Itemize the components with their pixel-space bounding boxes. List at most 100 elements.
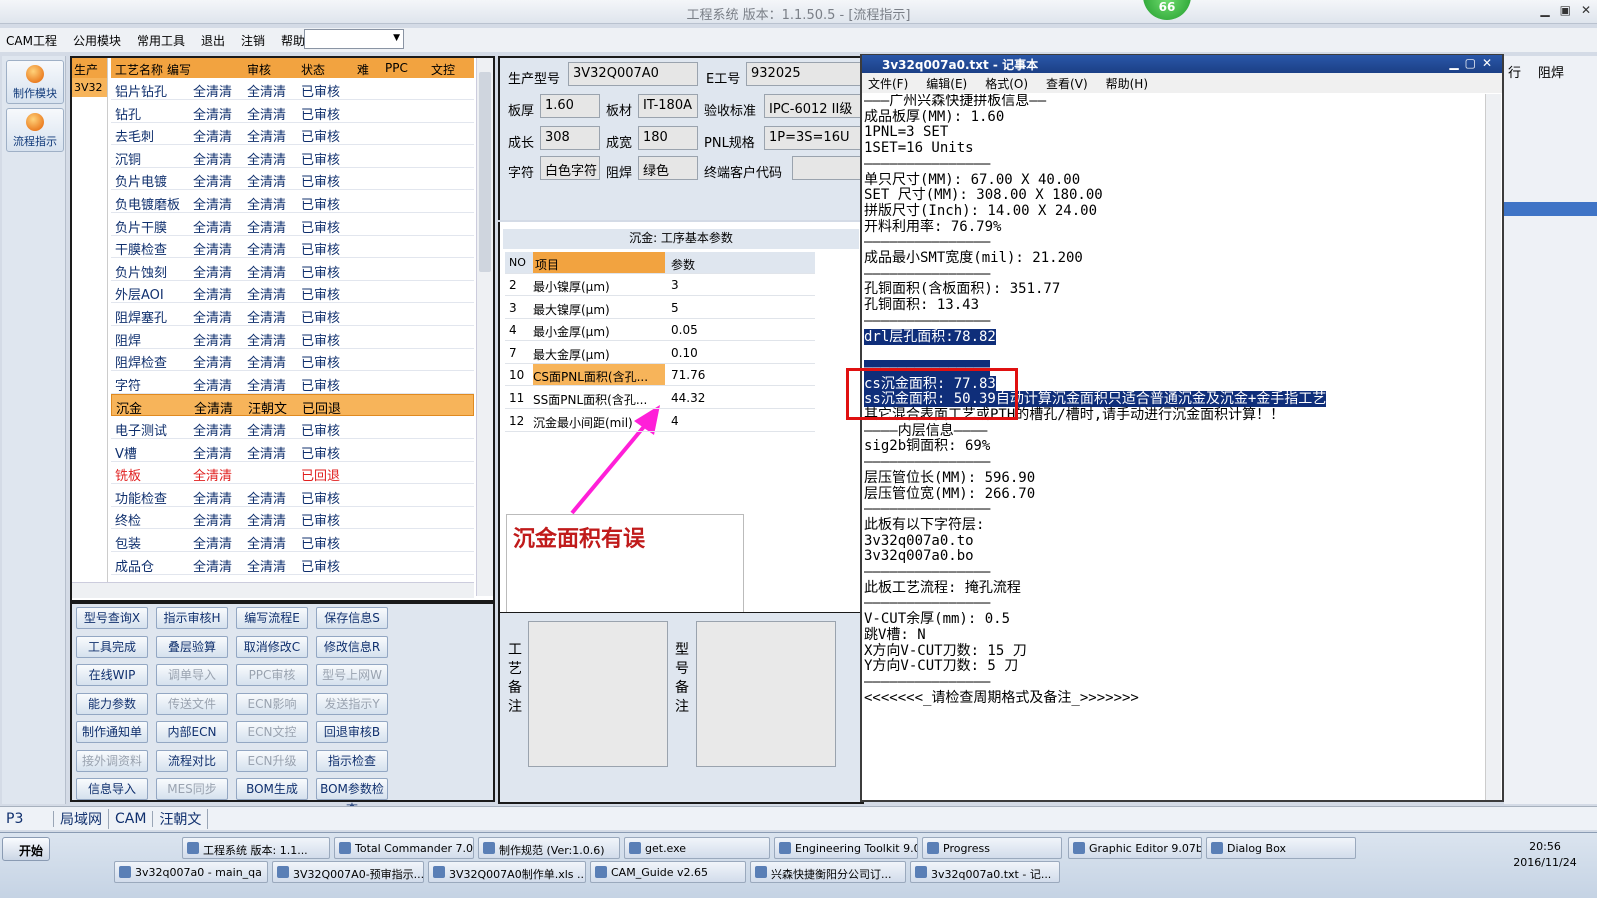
taskbar-item[interactable]: CAM_Guide v2.65 — [590, 861, 746, 883]
col-header-5[interactable]: PPC — [385, 61, 408, 75]
params-row[interactable]: 12 沉金最小间距(mil) 4 — [505, 410, 815, 432]
taskbar-item[interactable]: 兴森快捷衡阳分公司订... — [750, 861, 906, 883]
notepad-menu-item[interactable]: 查看(V) — [1046, 75, 1088, 93]
col-header-6[interactable]: 文控 — [431, 61, 455, 78]
model-note-box[interactable] — [696, 621, 836, 767]
table-row[interactable]: 包装 全清清 全清清 已审核 — [111, 530, 474, 552]
thickness-field[interactable]: 1.60 — [540, 94, 600, 118]
params-row[interactable]: 7 最大金厚(μm) 0.10 — [505, 342, 815, 364]
notepad-text[interactable]: ———广州兴森快捷拼板信息—— 成品板厚(MM): 1.60 1PNL=3 SET 1… — [864, 94, 1484, 794]
length-field[interactable]: 308 — [540, 126, 600, 150]
action-button[interactable]: 内部ECN — [156, 721, 228, 743]
table-row[interactable]: 终检 全清清 全清清 已审核 — [111, 507, 474, 530]
menu-item-2[interactable]: 常用工具 — [137, 32, 185, 49]
process-note-box[interactable] — [528, 621, 668, 767]
action-button[interactable]: 流程对比 — [156, 749, 228, 772]
table-row[interactable]: 负片电镀 全清清 全清清 已审核 — [111, 168, 474, 191]
taskbar-item[interactable]: Graphic Editor 9.07b2 ... — [1068, 837, 1202, 859]
minimize-icon[interactable]: ▁ — [1540, 3, 1549, 17]
notepad-menu-item[interactable]: 格式(O) — [985, 75, 1028, 93]
action-button[interactable]: 能力参数 — [76, 692, 148, 715]
nav-make-module[interactable]: 制作模块 — [6, 60, 64, 104]
bottom-tab[interactable]: 局域网 — [54, 808, 109, 829]
taskbar-item[interactable]: 制作规范 (Ver:1.0.6) — [478, 837, 620, 859]
params-row[interactable]: 10 CS面PNL面积(含孔... 71.76 — [505, 364, 815, 387]
table-row[interactable]: 负片干膜 全清清 全清清 已审核 — [111, 214, 474, 236]
taskbar-item[interactable]: Total Commander 7.0 ... — [334, 837, 474, 859]
process-hscrollbar[interactable] — [72, 582, 474, 598]
eno-field[interactable]: 932025 — [746, 62, 862, 86]
table-row[interactable]: 阻焊检查 全清清 全清清 已审核 — [111, 349, 474, 372]
table-row[interactable]: 负片蚀刻 全清清 全清清 已审核 — [111, 259, 474, 281]
mask-field[interactable]: 绿色 — [638, 156, 698, 180]
product-value[interactable]: 3V32 — [72, 78, 107, 97]
restore-icon[interactable]: ▣ — [1560, 3, 1571, 17]
menu-item-5[interactable]: 帮助 — [281, 32, 305, 49]
taskbar-item[interactable]: 3V32Q007A0制作单.xls ... — [428, 861, 586, 883]
standard-field[interactable]: IPC-6012 II级 — [764, 94, 862, 118]
notepad-menu-item[interactable]: 文件(F) — [868, 75, 908, 93]
notepad-menu-item[interactable]: 编辑(E) — [926, 75, 967, 93]
table-row[interactable]: 阻焊 全清清 全清清 已审核 — [111, 327, 474, 349]
notepad-window-buttons[interactable]: ▁▢✕ — [1449, 56, 1498, 70]
table-row[interactable]: 铝片钻孔 全清清 全清清 已审核 — [111, 78, 474, 100]
taskbar-item[interactable]: 3v32q007a0 - main_qa — [114, 861, 268, 883]
menu-combobox[interactable]: ▼ — [304, 29, 404, 49]
table-row[interactable]: 沉金 全清清 汪朝文 已回退 — [111, 394, 474, 417]
menu-item-1[interactable]: 公用模块 — [73, 32, 121, 49]
params-row[interactable]: 11 SS面PNL面积(含孔... 44.32 — [505, 387, 815, 409]
table-row[interactable]: 字符 全清清 全清清 已审核 — [111, 372, 474, 394]
action-button[interactable]: 接外调资料 — [76, 749, 148, 772]
menu-item-3[interactable]: 退出 — [201, 32, 225, 49]
table-row[interactable]: 功能检查 全清清 全清清 已审核 — [111, 485, 474, 507]
col-header-4[interactable]: 难 — [357, 61, 369, 78]
action-button[interactable]: PPC审核 — [236, 664, 308, 686]
table-row[interactable]: V槽 全清清 全清清 已审核 — [111, 440, 474, 462]
action-button[interactable]: 在线WIP — [76, 664, 148, 686]
table-row[interactable]: 成品仓 全清清 全清清 已审核 — [111, 553, 474, 575]
action-button[interactable]: ECN文控 — [236, 721, 308, 743]
col-header-0[interactable]: 工艺名称 — [115, 61, 163, 78]
taskbar-item[interactable]: 工程系统 版本: 1.1... — [182, 837, 330, 859]
action-button[interactable]: 工具完成 — [76, 635, 148, 658]
params-row[interactable]: 4 最小金厚(μm) 0.05 — [505, 319, 815, 342]
scroll-thumb[interactable] — [479, 72, 491, 272]
notepad-scrollbar[interactable] — [1485, 94, 1501, 800]
bottom-tab[interactable]: 汪朝文 — [153, 808, 209, 829]
width-field[interactable]: 180 — [638, 126, 698, 150]
table-row[interactable]: 负电镀磨板 全清清 全清清 已审核 — [111, 191, 474, 213]
table-row[interactable]: 干膜检查 全清清 全清清 已审核 — [111, 236, 474, 259]
col-header-3[interactable]: 状态 — [301, 61, 325, 78]
action-button[interactable]: ECN影响 — [236, 692, 308, 715]
taskbar-item[interactable]: Dialog Box — [1206, 837, 1356, 859]
action-button[interactable]: 编写流程E — [236, 607, 308, 629]
action-button[interactable]: 指示审核H — [156, 607, 228, 629]
bottom-tab[interactable]: CAM — [109, 810, 154, 827]
table-row[interactable]: 沉铜 全清清 全清清 已审核 — [111, 146, 474, 168]
action-button[interactable]: 信息导入 — [76, 778, 148, 800]
close-icon[interactable]: ✕ — [1581, 3, 1591, 17]
taskbar-item[interactable]: 3v32q007a0.txt - 记... — [910, 861, 1060, 883]
params-row[interactable]: 2 最小镍厚(μm) 3 — [505, 274, 815, 296]
taskbar-item[interactable]: get.exe — [624, 837, 770, 859]
table-row[interactable]: 去毛刺 全清清 全清清 已审核 — [111, 123, 474, 146]
table-row[interactable]: 外层AOI 全清清 全清清 已审核 — [111, 281, 474, 304]
start-button[interactable]: 开始 — [2, 837, 50, 861]
nav-flow-instruction[interactable]: 流程指示 — [6, 108, 64, 152]
taskbar-item[interactable]: 3V32Q007A0-预审指示... — [272, 861, 424, 883]
table-row[interactable]: 铣板 全清清 已回退 — [111, 462, 474, 485]
table-row[interactable]: 电子测试 全清清 全清清 已审核 — [111, 417, 474, 439]
col-header-2[interactable]: 审核 — [247, 61, 271, 78]
menu-item-0[interactable]: CAM工程 — [6, 32, 57, 49]
menu-item-4[interactable]: 注销 — [241, 32, 265, 49]
action-button[interactable]: 型号查询X — [76, 607, 148, 629]
taskbar-item[interactable]: Progress — [922, 837, 1062, 859]
action-button[interactable]: 叠层验算 — [156, 635, 228, 658]
action-button[interactable]: ECN升级 — [236, 749, 308, 772]
bottom-tab[interactable]: P3 — [0, 810, 54, 827]
action-button[interactable]: 指示检查 — [316, 749, 388, 772]
notepad-menu-item[interactable]: 帮助(H) — [1106, 75, 1148, 93]
params-row[interactable]: 3 最大镍厚(μm) 5 — [505, 297, 815, 319]
taskbar-item[interactable]: Engineering Toolkit 9.0... — [774, 837, 918, 859]
process-scrollbar[interactable] — [476, 58, 493, 596]
